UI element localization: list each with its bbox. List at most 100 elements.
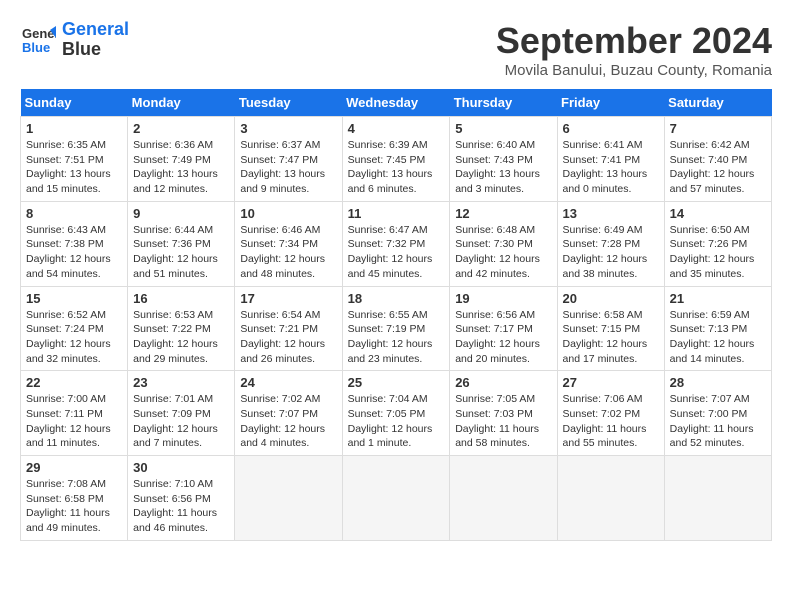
day-info: Sunrise: 6:50 AM Sunset: 7:26 PM Dayligh… (670, 223, 766, 282)
day-info: Sunrise: 6:55 AM Sunset: 7:19 PM Dayligh… (348, 308, 445, 367)
calendar-cell: 5 Sunrise: 6:40 AM Sunset: 7:43 PM Daylig… (450, 117, 557, 202)
day-number: 21 (670, 291, 766, 306)
day-info: Sunrise: 6:44 AM Sunset: 7:36 PM Dayligh… (133, 223, 229, 282)
calendar-cell: 9Sunrise: 6:44 AM Sunset: 7:36 PM Daylig… (128, 201, 235, 286)
calendar-cell: 13Sunrise: 6:49 AM Sunset: 7:28 PM Dayli… (557, 201, 664, 286)
calendar-week-row: 1 Sunrise: 6:35 AM Sunset: 7:51 PM Daylig… (21, 117, 772, 202)
day-info: Sunrise: 6:40 AM Sunset: 7:43 PM Dayligh… (455, 138, 551, 197)
calendar-cell: 4 Sunrise: 6:39 AM Sunset: 7:45 PM Daylig… (342, 117, 450, 202)
day-number: 23 (133, 375, 229, 390)
day-info: Sunrise: 6:43 AM Sunset: 7:38 PM Dayligh… (26, 223, 122, 282)
calendar-cell: 12 Sunrise: 6:48 AM Sunset: 7:30 PM Dayli… (450, 201, 557, 286)
calendar-cell: 21Sunrise: 6:59 AM Sunset: 7:13 PM Dayli… (664, 286, 771, 371)
calendar-cell (557, 456, 664, 541)
day-info: Sunrise: 6:42 AM Sunset: 7:40 PM Dayligh… (670, 138, 766, 197)
day-info: Sunrise: 7:00 AM Sunset: 7:11 PM Dayligh… (26, 392, 122, 451)
day-info: Sunrise: 6:36 AM Sunset: 7:49 PM Dayligh… (133, 138, 229, 197)
calendar-week-row: 15 Sunrise: 6:52 AM Sunset: 7:24 PM Dayli… (21, 286, 772, 371)
day-info: Sunrise: 7:10 AM Sunset: 6:56 PM Dayligh… (133, 477, 229, 536)
day-number: 28 (670, 375, 766, 390)
svg-text:Blue: Blue (22, 40, 50, 55)
logo-text: GeneralBlue (62, 20, 129, 60)
calendar-cell: 14 Sunrise: 6:50 AM Sunset: 7:26 PM Dayli… (664, 201, 771, 286)
calendar-cell: 24Sunrise: 7:02 AM Sunset: 7:07 PM Dayli… (235, 371, 342, 456)
day-number: 16 (133, 291, 229, 306)
calendar-cell: 2Sunrise: 6:36 AM Sunset: 7:49 PM Daylig… (128, 117, 235, 202)
location-subtitle: Movila Banului, Buzau County, Romania (496, 62, 772, 79)
calendar-cell: 18 Sunrise: 6:55 AM Sunset: 7:19 PM Dayli… (342, 286, 450, 371)
calendar-cell: 1 Sunrise: 6:35 AM Sunset: 7:51 PM Daylig… (21, 117, 128, 202)
calendar-table: SundayMondayTuesdayWednesdayThursdayFrid… (20, 89, 772, 541)
calendar-cell: 17 Sunrise: 6:54 AM Sunset: 7:21 PM Dayli… (235, 286, 342, 371)
calendar-cell: 30 Sunrise: 7:10 AM Sunset: 6:56 PM Dayli… (128, 456, 235, 541)
day-info: Sunrise: 7:07 AM Sunset: 7:00 PM Dayligh… (670, 392, 766, 451)
day-info: Sunrise: 7:05 AM Sunset: 7:03 PM Dayligh… (455, 392, 551, 451)
calendar-cell: 28 Sunrise: 7:07 AM Sunset: 7:00 PM Dayli… (664, 371, 771, 456)
day-number: 6 (563, 121, 659, 136)
day-info: Sunrise: 6:53 AM Sunset: 7:22 PM Dayligh… (133, 308, 229, 367)
day-info: Sunrise: 7:06 AM Sunset: 7:02 PM Dayligh… (563, 392, 659, 451)
calendar-cell: 22 Sunrise: 7:00 AM Sunset: 7:11 PM Dayli… (21, 371, 128, 456)
day-info: Sunrise: 6:35 AM Sunset: 7:51 PM Dayligh… (26, 138, 122, 197)
day-info: Sunrise: 6:56 AM Sunset: 7:17 PM Dayligh… (455, 308, 551, 367)
day-number: 17 (240, 291, 336, 306)
calendar-cell: 11Sunrise: 6:47 AM Sunset: 7:32 PM Dayli… (342, 201, 450, 286)
day-info: Sunrise: 6:49 AM Sunset: 7:28 PM Dayligh… (563, 223, 659, 282)
calendar-cell (342, 456, 450, 541)
calendar-week-row: 29 Sunrise: 7:08 AM Sunset: 6:58 PM Dayli… (21, 456, 772, 541)
day-number: 27 (563, 375, 659, 390)
calendar-cell: 19 Sunrise: 6:56 AM Sunset: 7:17 PM Dayli… (450, 286, 557, 371)
day-info: Sunrise: 7:04 AM Sunset: 7:05 PM Dayligh… (348, 392, 445, 451)
logo: General Blue GeneralBlue (20, 20, 129, 60)
calendar-week-row: 8 Sunrise: 6:43 AM Sunset: 7:38 PM Daylig… (21, 201, 772, 286)
day-number: 3 (240, 121, 336, 136)
day-header-saturday: Saturday (664, 89, 771, 117)
day-info: Sunrise: 6:54 AM Sunset: 7:21 PM Dayligh… (240, 308, 336, 367)
calendar-cell: 26 Sunrise: 7:05 AM Sunset: 7:03 PM Dayli… (450, 371, 557, 456)
day-number: 25 (348, 375, 445, 390)
month-title: September 2024 (496, 20, 772, 62)
calendar-cell: 27 Sunrise: 7:06 AM Sunset: 7:02 PM Dayli… (557, 371, 664, 456)
day-number: 14 (670, 206, 766, 221)
day-info: Sunrise: 6:41 AM Sunset: 7:41 PM Dayligh… (563, 138, 659, 197)
calendar-cell: 20Sunrise: 6:58 AM Sunset: 7:15 PM Dayli… (557, 286, 664, 371)
day-info: Sunrise: 6:52 AM Sunset: 7:24 PM Dayligh… (26, 308, 122, 367)
day-info: Sunrise: 7:01 AM Sunset: 7:09 PM Dayligh… (133, 392, 229, 451)
calendar-cell: 10Sunrise: 6:46 AM Sunset: 7:34 PM Dayli… (235, 201, 342, 286)
day-info: Sunrise: 6:39 AM Sunset: 7:45 PM Dayligh… (348, 138, 445, 197)
day-number: 4 (348, 121, 445, 136)
calendar-cell: 25 Sunrise: 7:04 AM Sunset: 7:05 PM Dayli… (342, 371, 450, 456)
day-info: Sunrise: 6:37 AM Sunset: 7:47 PM Dayligh… (240, 138, 336, 197)
day-header-thursday: Thursday (450, 89, 557, 117)
day-number: 30 (133, 460, 229, 475)
day-number: 12 (455, 206, 551, 221)
day-number: 5 (455, 121, 551, 136)
calendar-cell: 23 Sunrise: 7:01 AM Sunset: 7:09 PM Dayli… (128, 371, 235, 456)
calendar-cell: 8 Sunrise: 6:43 AM Sunset: 7:38 PM Daylig… (21, 201, 128, 286)
day-number: 26 (455, 375, 551, 390)
day-number: 8 (26, 206, 122, 221)
day-number: 22 (26, 375, 122, 390)
day-info: Sunrise: 7:08 AM Sunset: 6:58 PM Dayligh… (26, 477, 122, 536)
day-number: 24 (240, 375, 336, 390)
day-info: Sunrise: 6:48 AM Sunset: 7:30 PM Dayligh… (455, 223, 551, 282)
day-info: Sunrise: 6:58 AM Sunset: 7:15 PM Dayligh… (563, 308, 659, 367)
calendar-cell: 15 Sunrise: 6:52 AM Sunset: 7:24 PM Dayli… (21, 286, 128, 371)
day-number: 29 (26, 460, 122, 475)
page-header: General Blue GeneralBlue September 2024 … (20, 20, 772, 79)
calendar-cell: 29 Sunrise: 7:08 AM Sunset: 6:58 PM Dayli… (21, 456, 128, 541)
day-number: 15 (26, 291, 122, 306)
calendar-cell (235, 456, 342, 541)
day-number: 19 (455, 291, 551, 306)
day-info: Sunrise: 6:46 AM Sunset: 7:34 PM Dayligh… (240, 223, 336, 282)
day-number: 18 (348, 291, 445, 306)
day-header-monday: Monday (128, 89, 235, 117)
day-header-tuesday: Tuesday (235, 89, 342, 117)
svg-text:General: General (22, 26, 56, 41)
logo-icon: General Blue (20, 22, 56, 58)
day-number: 11 (348, 206, 445, 221)
calendar-cell (450, 456, 557, 541)
calendar-header-row: SundayMondayTuesdayWednesdayThursdayFrid… (21, 89, 772, 117)
day-number: 1 (26, 121, 122, 136)
day-header-wednesday: Wednesday (342, 89, 450, 117)
